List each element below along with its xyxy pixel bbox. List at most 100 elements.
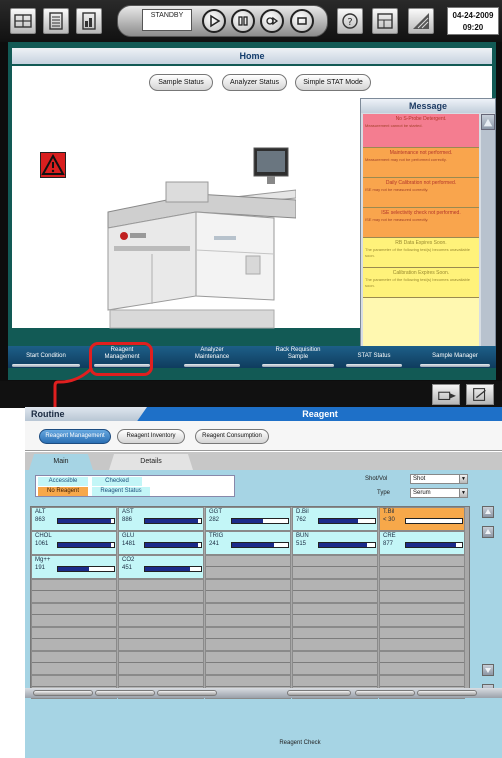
shot-vol-value: Shot bbox=[413, 476, 426, 482]
reagent-check-button[interactable] bbox=[287, 690, 351, 696]
empty-reagent-cell bbox=[205, 555, 291, 579]
cell-divider bbox=[293, 566, 377, 567]
start-button[interactable] bbox=[202, 9, 226, 33]
reagent-level-bar bbox=[231, 518, 289, 524]
cell-divider bbox=[380, 590, 464, 591]
alarm-button[interactable] bbox=[40, 152, 66, 178]
cell-divider bbox=[119, 662, 203, 663]
main-toolbar: STANDBY ? 04-24-2009 09:20 bbox=[0, 0, 502, 42]
list-icon-button[interactable] bbox=[43, 8, 69, 34]
nav-analyzer-maintenance[interactable]: Analyzer Maintenance bbox=[180, 346, 244, 368]
reagent-cell[interactable]: GLU 1481 bbox=[118, 531, 204, 555]
reagent-name: CO2 bbox=[122, 557, 135, 563]
empty-reagent-cell bbox=[292, 579, 378, 603]
svg-text:?: ? bbox=[347, 17, 352, 28]
sampling-stop-button[interactable] bbox=[260, 9, 284, 33]
footer-button[interactable] bbox=[417, 690, 477, 696]
help-icon: ? bbox=[342, 13, 358, 29]
cell-divider bbox=[119, 638, 203, 639]
exit-button[interactable] bbox=[466, 384, 494, 405]
help-button[interactable]: ? bbox=[337, 8, 363, 34]
cell-divider bbox=[32, 662, 116, 663]
analyzer-image bbox=[107, 147, 296, 329]
stop-button[interactable] bbox=[290, 9, 314, 33]
reagent-cell[interactable]: BUN 515 bbox=[292, 531, 378, 555]
reagent-name: ALT bbox=[35, 509, 46, 515]
reagent-inventory-button[interactable]: Reagent Inventory bbox=[117, 429, 185, 444]
tab-details[interactable]: Details bbox=[109, 454, 193, 470]
type-select[interactable]: Serum ▼ bbox=[410, 488, 468, 498]
reagent-management-button[interactable]: Reagent Management bbox=[39, 429, 111, 444]
message-scrollbar[interactable] bbox=[481, 114, 495, 366]
nav-sample-manager[interactable]: Sample Manager bbox=[416, 346, 494, 368]
reagent-cell[interactable]: GGT 282 bbox=[205, 507, 291, 531]
cell-divider bbox=[119, 614, 203, 615]
routine-tab[interactable]: Routine bbox=[25, 407, 147, 421]
footer-button[interactable] bbox=[355, 690, 415, 696]
footer-button[interactable] bbox=[33, 690, 93, 696]
system-button[interactable] bbox=[372, 8, 398, 34]
reagent-cell[interactable]: T.Bil < 30 bbox=[379, 507, 465, 531]
message-item[interactable]: ISE selectivity check not performed. ISE… bbox=[363, 208, 479, 238]
shot-vol-select[interactable]: Shot ▼ bbox=[410, 474, 468, 484]
tab-main[interactable]: Main bbox=[29, 454, 93, 470]
reagent-cell[interactable]: TRIG 241 bbox=[205, 531, 291, 555]
page-up-button[interactable] bbox=[482, 506, 494, 518]
cell-divider bbox=[206, 614, 290, 615]
simple-stat-mode-button[interactable]: Simple STAT Mode bbox=[295, 74, 371, 91]
reagent-level-fill bbox=[145, 567, 190, 571]
message-item[interactable]: RB Data Expires Soon. The parameter of t… bbox=[363, 238, 479, 268]
reagent-consumption-button[interactable]: Reagent Consumption bbox=[195, 429, 269, 444]
type-label: Type bbox=[377, 490, 391, 496]
empty-reagent-cell bbox=[31, 651, 117, 675]
reagent-cell[interactable]: D.Bil 762 bbox=[292, 507, 378, 531]
pause-button[interactable] bbox=[231, 9, 255, 33]
message-item[interactable]: Calibration Expires Soon. The parameter … bbox=[363, 268, 479, 298]
report-icon-button[interactable] bbox=[76, 8, 102, 34]
arrow-up-icon bbox=[485, 529, 491, 534]
analyzer-status-button[interactable]: Analyzer Status bbox=[222, 74, 287, 91]
home-screen: STANDBY ? 04-24-2009 09:20 Home Sample S… bbox=[0, 0, 502, 408]
reagent-level-bar bbox=[57, 542, 115, 548]
sample-status-button[interactable]: Sample Status bbox=[149, 74, 213, 91]
message-item[interactable]: No S-Probe Detergent. Measurement cannot… bbox=[363, 114, 479, 148]
nav-stat-status[interactable]: STAT Status bbox=[342, 346, 406, 368]
cell-divider bbox=[119, 686, 203, 687]
scroll-down-button[interactable] bbox=[482, 664, 494, 676]
message-list[interactable]: No S-Probe Detergent. Measurement cannot… bbox=[363, 114, 479, 366]
print-button[interactable] bbox=[432, 384, 460, 405]
reagent-count: 863 bbox=[35, 517, 46, 523]
reagent-level-bar bbox=[318, 542, 376, 548]
reagent-grid: ALT 863 AST 886 GGT 282 D.Bil 762 T.Bil < 30 CHOL 1… bbox=[30, 506, 470, 699]
reagent-level-fill bbox=[232, 519, 263, 523]
empty-reagent-cell bbox=[292, 627, 378, 651]
cell-divider bbox=[32, 590, 116, 591]
nav-tab-bar bbox=[184, 364, 240, 367]
layout-icon-button[interactable] bbox=[10, 8, 36, 34]
message-detail: The parameter of the following test(s) b… bbox=[365, 247, 470, 258]
scroll-up-button[interactable] bbox=[482, 526, 494, 538]
reagent-cell[interactable]: CO2 451 bbox=[118, 555, 204, 579]
cell-divider bbox=[32, 614, 116, 615]
reagent-cell[interactable]: ALT 863 bbox=[31, 507, 117, 531]
home-panel: Home Sample Status Analyzer Status Simpl… bbox=[8, 42, 496, 380]
print-icon bbox=[438, 391, 456, 401]
message-item[interactable]: Maintenance not performed. Measurement m… bbox=[363, 148, 479, 178]
document-list-icon bbox=[49, 12, 63, 30]
reagent-cell[interactable]: CRE 877 bbox=[379, 531, 465, 555]
pause-icon bbox=[238, 16, 248, 26]
message-heading: Calibration Expires Soon. bbox=[392, 270, 450, 276]
empty-reagent-cell bbox=[118, 603, 204, 627]
reagent-level-fill bbox=[58, 543, 112, 547]
footer-button[interactable] bbox=[95, 690, 155, 696]
nav-rack-requisition[interactable]: Rack Requisition Sample bbox=[258, 346, 338, 368]
sampling-stop-icon bbox=[266, 16, 279, 26]
stripe-button[interactable] bbox=[408, 8, 434, 34]
reagent-cell[interactable]: Mg++ 191 bbox=[31, 555, 117, 579]
reagent-cell[interactable]: AST 886 bbox=[118, 507, 204, 531]
footer-button[interactable] bbox=[157, 690, 217, 696]
reagent-cell[interactable]: CHOL 1061 bbox=[31, 531, 117, 555]
cell-divider bbox=[380, 566, 464, 567]
message-item[interactable]: Daily Calibration not performed. ISE may… bbox=[363, 178, 479, 208]
scroll-up-button[interactable] bbox=[481, 114, 495, 130]
